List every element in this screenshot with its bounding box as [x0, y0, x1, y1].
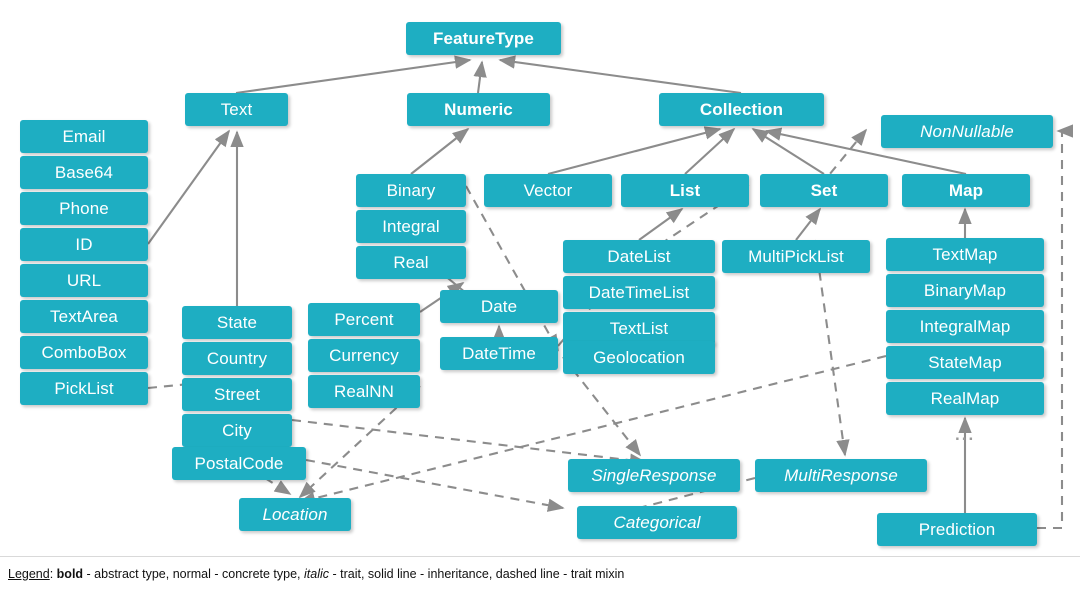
node-currency[interactable]: Currency: [308, 339, 420, 372]
node-integral[interactable]: Integral: [356, 210, 466, 243]
node-phone[interactable]: Phone: [20, 192, 148, 225]
node-multipicklist[interactable]: MultiPickList: [722, 240, 870, 273]
node-id[interactable]: ID: [20, 228, 148, 261]
ellipsis-marker: ...: [955, 425, 976, 444]
node-set[interactable]: Set: [760, 174, 888, 207]
node-realmap[interactable]: RealMap: [886, 382, 1044, 415]
node-state[interactable]: State: [182, 306, 292, 339]
legend-divider: [0, 556, 1080, 557]
node-date[interactable]: Date: [440, 290, 558, 323]
legend-italic-desc: - trait, solid line - inheritance, dashe…: [329, 567, 625, 581]
node-location[interactable]: Location: [239, 498, 351, 531]
node-list[interactable]: List: [621, 174, 749, 207]
node-city[interactable]: City: [182, 414, 292, 447]
legend: Legend: bold - abstract type, normal - c…: [8, 567, 624, 581]
node-postalcode[interactable]: PostalCode: [172, 447, 306, 480]
node-singleresponse[interactable]: SingleResponse: [568, 459, 740, 492]
node-map[interactable]: Map: [902, 174, 1030, 207]
legend-normal-label: normal: [172, 567, 211, 581]
legend-italic-label: italic: [304, 567, 330, 581]
legend-bold-label: bold: [56, 567, 84, 581]
node-country[interactable]: Country: [182, 342, 292, 375]
node-combobox[interactable]: ComboBox: [20, 336, 148, 369]
node-integralmap[interactable]: IntegralMap: [886, 310, 1044, 343]
node-multiresponse[interactable]: MultiResponse: [755, 459, 927, 492]
legend-title: Legend: [8, 567, 50, 581]
diagram-canvas: Legend: bold - abstract type, normal - c…: [0, 0, 1080, 599]
legend-colon: :: [49, 567, 57, 581]
node-textarea[interactable]: TextArea: [20, 300, 148, 333]
node-text[interactable]: Text: [185, 93, 288, 126]
node-binary[interactable]: Binary: [356, 174, 466, 207]
node-collection[interactable]: Collection: [659, 93, 824, 126]
node-categorical[interactable]: Categorical: [577, 506, 737, 539]
node-email[interactable]: Email: [20, 120, 148, 153]
node-featuretype[interactable]: FeatureType: [406, 22, 561, 55]
node-nonnullable[interactable]: NonNullable: [881, 115, 1053, 148]
node-base64[interactable]: Base64: [20, 156, 148, 189]
node-datetimelist[interactable]: DateTimeList: [563, 276, 715, 309]
node-url[interactable]: URL: [20, 264, 148, 297]
node-textmap[interactable]: TextMap: [886, 238, 1044, 271]
node-percent[interactable]: Percent: [308, 303, 420, 336]
node-datetime[interactable]: DateTime: [440, 337, 558, 370]
legend-normal-desc: - concrete type,: [210, 567, 305, 581]
node-binarymap[interactable]: BinaryMap: [886, 274, 1044, 307]
legend-bold-desc: - abstract type,: [83, 567, 173, 581]
node-street[interactable]: Street: [182, 378, 292, 411]
node-prediction[interactable]: Prediction: [877, 513, 1037, 546]
node-numeric[interactable]: Numeric: [407, 93, 550, 126]
node-statemap[interactable]: StateMap: [886, 346, 1044, 379]
node-vector[interactable]: Vector: [484, 174, 612, 207]
node-real[interactable]: Real: [356, 246, 466, 279]
node-datelist[interactable]: DateList: [563, 240, 715, 273]
node-geolocation[interactable]: Geolocation: [563, 341, 715, 374]
node-picklist[interactable]: PickList: [20, 372, 148, 405]
node-realnn[interactable]: RealNN: [308, 375, 420, 408]
